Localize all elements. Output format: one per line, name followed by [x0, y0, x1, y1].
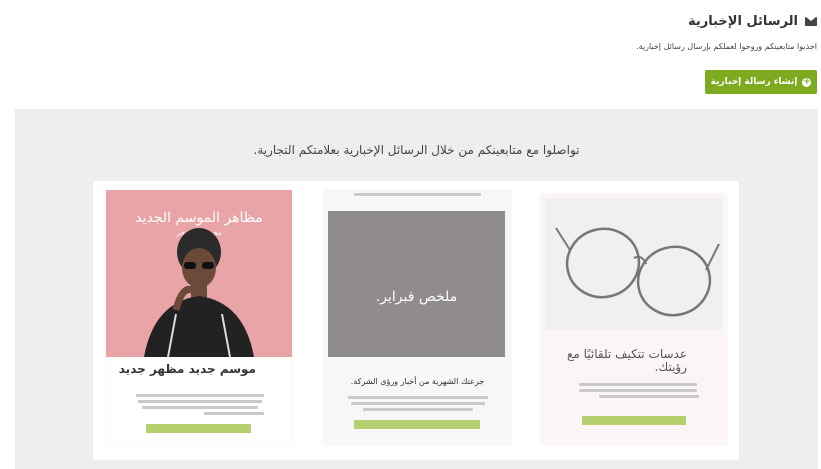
template-heading: عدسات تتكيف تلقائيًا مع رؤيتك. — [566, 347, 687, 374]
create-newsletter-label: إنشاء رسالة إخبارية — [710, 77, 798, 87]
template-card-monthly[interactable]: ملخص فبراير. جرعتك الشهرية من أخبار ورؤى… — [324, 190, 511, 445]
create-newsletter-button[interactable]: + إنشاء رسالة إخبارية — [705, 70, 817, 94]
template-heading: موسم جديد مظهر جديد — [118, 362, 256, 376]
page-header: الرسائل الإخبارية — [4, 10, 817, 32]
template-card-season[interactable]: مظاهر الموسم الجديد مجموعة المتجر موسم ج… — [106, 190, 292, 443]
tagline: تواصلوا مع متابعينكم من خلال الرسائل الإ… — [253, 143, 580, 157]
template-hero-image — [546, 198, 722, 330]
template-hero-image: ملخص فبراير. — [328, 211, 505, 357]
template-cta — [582, 416, 686, 425]
page-title: الرسائل الإخبارية — [687, 13, 798, 29]
envelope-icon — [805, 16, 817, 26]
template-cta — [354, 420, 480, 429]
template-hero-image: مظاهر الموسم الجديد مجموعة المتجر — [106, 190, 292, 357]
template-heading: جرعتك الشهرية من أخبار ورؤى الشركة. — [350, 377, 485, 386]
template-hero-text: ملخص فبراير. — [375, 289, 458, 305]
model-photo — [144, 228, 254, 357]
template-card-lenses[interactable]: عدسات تتكيف تلقائيًا مع رؤيتك. — [541, 194, 727, 445]
plus-circle-icon: + — [802, 76, 812, 87]
page-subtitle: اجذبوا متابعينكم وروجوا لعملكم بإرسال رس… — [636, 42, 817, 51]
template-cta — [146, 424, 251, 433]
glasses-photo — [555, 227, 720, 317]
